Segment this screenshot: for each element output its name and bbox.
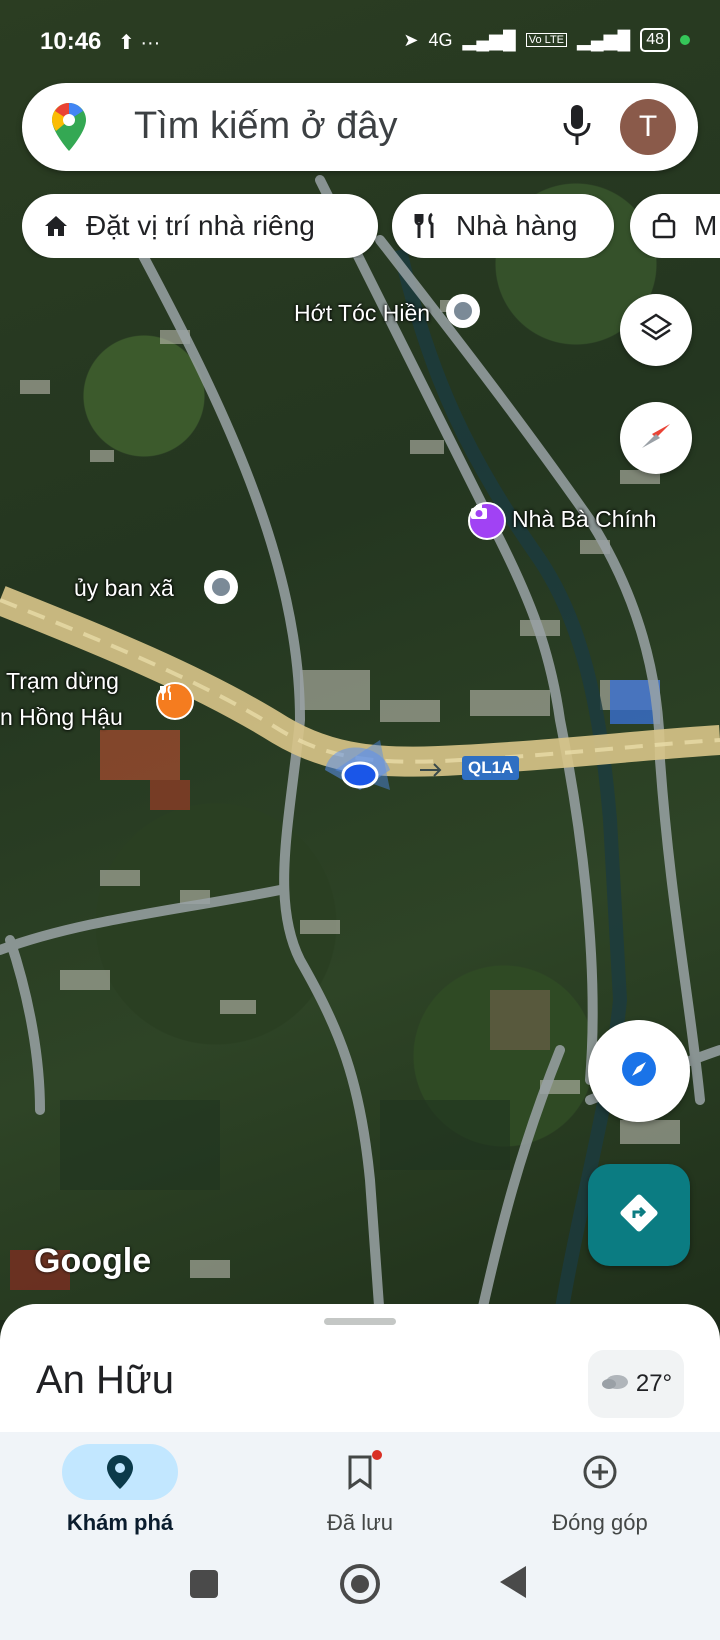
chip-label: Nhà hàng — [456, 210, 578, 241]
directions-button[interactable] — [588, 1164, 690, 1266]
chip-label: M — [694, 210, 718, 241]
notification-dot-icon — [372, 1450, 382, 1460]
camera-icon[interactable] — [468, 502, 506, 540]
battery-indicator: 48 — [640, 28, 670, 52]
home-icon — [40, 210, 72, 242]
chip-label: Đặt vị trí nhà riêng — [86, 210, 315, 241]
search-input[interactable]: Tìm kiếm ở đây — [134, 105, 398, 148]
compass-button[interactable] — [620, 402, 692, 474]
tab-explore[interactable]: Khám phá — [20, 1444, 220, 1536]
mic-icon[interactable] — [562, 103, 592, 154]
compass-icon — [636, 416, 676, 461]
directions-icon — [617, 1191, 661, 1240]
google-watermark: Google — [34, 1242, 152, 1280]
add-circle-icon — [542, 1444, 658, 1500]
poi-marker-icon[interactable] — [446, 294, 480, 328]
recents-icon[interactable] — [190, 1570, 218, 1598]
chip-set-home[interactable]: Đặt vị trí nhà riêng — [22, 194, 378, 258]
poi-label-hot-toc[interactable]: Hớt Tóc Hiền — [294, 300, 430, 327]
status-bar: 10:46 ⬆ ··· ➤ 4G ▂▄▆█ Vo LTE ▂▄▆█ 48 — [0, 0, 720, 80]
bottom-sheet[interactable]: An Hữu 27° — [0, 1304, 720, 1434]
signal-icon-2: ▂▄▆█ — [577, 29, 631, 50]
poi-marker-icon[interactable] — [204, 570, 238, 604]
my-location-button[interactable] — [588, 1020, 690, 1122]
category-chips: Đặt vị trí nhà riêng Nhà hàng M — [22, 194, 720, 258]
volte-badge: Vo LTE — [525, 33, 567, 47]
upload-icon: ⬆ ··· — [118, 32, 161, 54]
sheet-drag-handle[interactable] — [324, 1318, 396, 1325]
tab-label: Khám phá — [66, 1510, 174, 1535]
home-button-icon[interactable] — [340, 1564, 380, 1604]
tab-label: Đóng góp — [552, 1510, 648, 1535]
tab-contribute[interactable]: Đóng góp — [500, 1444, 700, 1536]
location-arrow-icon: ➤ — [403, 29, 419, 50]
tab-saved[interactable]: Đã lưu — [260, 1444, 460, 1536]
weather-chip[interactable]: 27° — [588, 1350, 684, 1418]
google-maps-pin-icon — [52, 103, 86, 156]
chip-shopping[interactable]: M — [630, 194, 720, 258]
avatar[interactable]: T — [620, 99, 676, 155]
cloud-icon — [600, 1370, 630, 1398]
network-type: 4G — [428, 29, 453, 50]
shopping-bag-icon — [648, 210, 680, 242]
navigation-compass-icon — [619, 1049, 659, 1094]
restaurant-marker-icon[interactable] — [156, 682, 194, 720]
restaurant-icon — [410, 210, 442, 242]
poi-label-uy-ban[interactable]: ủy ban xã — [74, 575, 174, 602]
signal-icon: ▂▄▆█ — [462, 29, 516, 50]
place-name: An Hữu — [36, 1358, 174, 1402]
bookmark-icon — [302, 1444, 418, 1500]
search-bar[interactable]: Tìm kiếm ở đây T — [22, 83, 698, 171]
layers-icon — [639, 311, 673, 350]
layers-button[interactable] — [620, 294, 692, 366]
poi-label-tram-dung[interactable]: Trạm dừng — [6, 668, 119, 695]
privacy-dot-icon — [680, 35, 690, 45]
temperature: 27° — [635, 1370, 673, 1397]
explore-pin-icon — [62, 1444, 178, 1500]
back-icon[interactable] — [500, 1566, 526, 1598]
system-navigation-bar — [0, 1552, 720, 1640]
bottom-navigation: Khám phá Đã lưu Đóng góp — [0, 1432, 720, 1552]
status-time: 10:46 — [40, 28, 102, 55]
road-shield-ql1a: QL1A — [462, 756, 520, 780]
chip-restaurants[interactable]: Nhà hàng — [392, 194, 614, 258]
tab-label: Đã lưu — [326, 1510, 394, 1535]
poi-label-nha-ba-chinh[interactable]: Nhà Bà Chính — [512, 506, 656, 533]
poi-label-tram-dung-line2[interactable]: n Hồng Hậu — [0, 704, 123, 731]
